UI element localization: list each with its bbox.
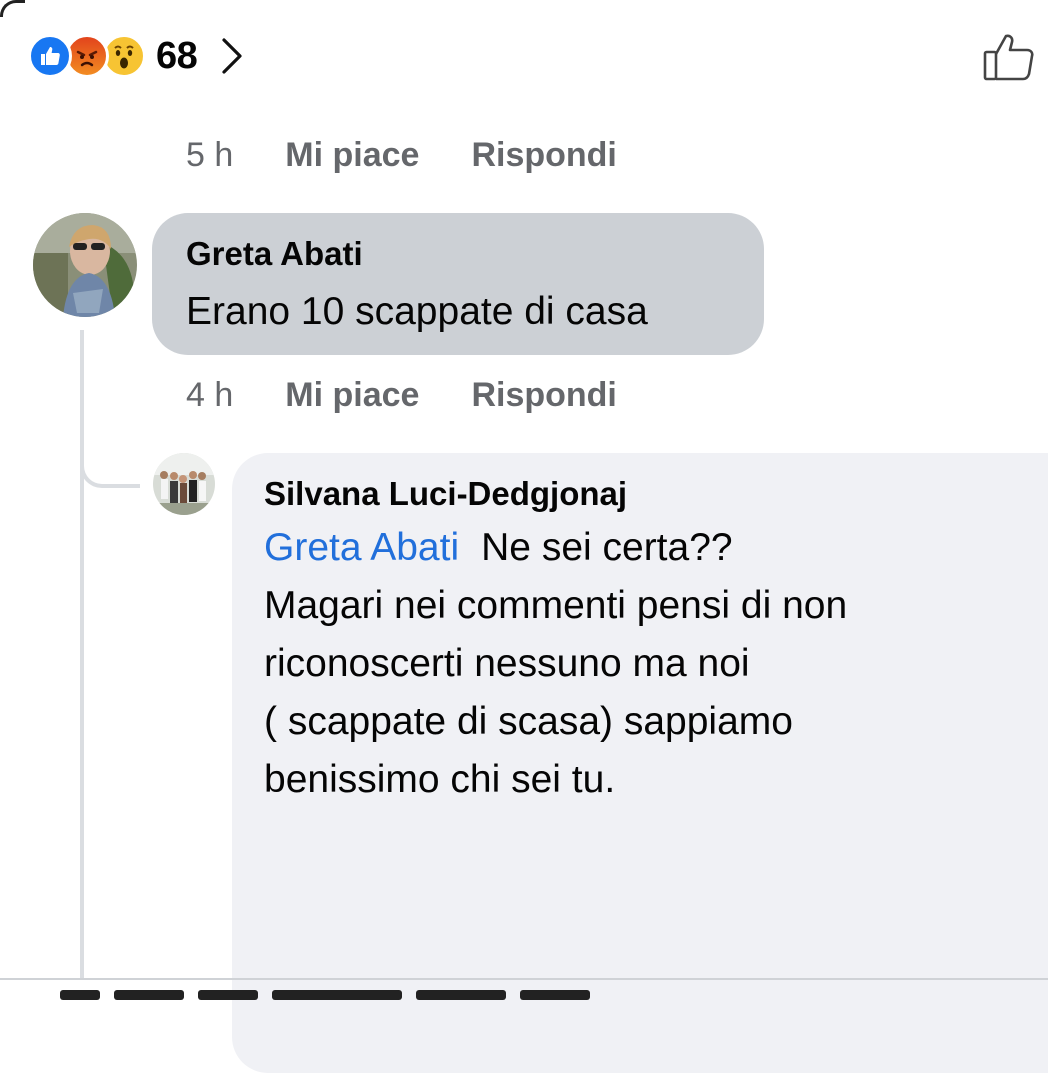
reply-text-first: Ne sei certa??	[481, 526, 733, 569]
comment-text: Erano 10 scappate di casa	[186, 290, 648, 333]
reaction-summary[interactable]: 68	[28, 34, 249, 78]
cut-off-text	[60, 990, 760, 1005]
reply-comment-button[interactable]: Rispondi	[471, 136, 616, 175]
avatar[interactable]	[33, 213, 137, 317]
reply-text-line: riconoscerti nessuno ma noi	[264, 642, 750, 685]
comment-bubble[interactable]: Greta Abati Erano 10 scappate di casa	[152, 213, 764, 355]
reply-comment-button[interactable]: Rispondi	[471, 376, 616, 415]
comment-time: 5 h	[186, 136, 234, 174]
comment-actions: 5 h Mi piace Rispondi	[186, 136, 617, 175]
thumbs-up-icon[interactable]	[982, 30, 1036, 84]
chevron-right-icon[interactable]	[219, 34, 249, 78]
like-comment-button[interactable]: Mi piace	[285, 136, 419, 175]
reply-text-line: ( scappate di scasa) sappiamo	[264, 700, 793, 743]
reply-text-line: Magari nei commenti pensi di non	[264, 584, 848, 627]
reply-author[interactable]: Silvana Luci-Dedgjonaj	[264, 475, 1048, 513]
reply-text-line: benissimo chi sei tu.	[264, 758, 616, 801]
avatar[interactable]	[153, 453, 215, 515]
comment-actions: 4 h Mi piace Rispondi	[186, 376, 617, 415]
comment-time: 4 h	[186, 376, 234, 414]
like-reaction-icon	[28, 34, 72, 78]
like-comment-button[interactable]: Mi piace	[285, 376, 419, 415]
reply-text: Greta Abati Ne sei certa?? Magari nei com…	[264, 519, 1048, 809]
comment-author[interactable]: Greta Abati	[186, 235, 730, 273]
window-corner	[0, 0, 25, 17]
thread-connector	[80, 330, 140, 488]
reaction-count: 68	[156, 34, 198, 77]
mention-link[interactable]: Greta Abati	[264, 526, 459, 569]
divider	[0, 978, 1048, 980]
reply-bubble[interactable]: Silvana Luci-Dedgjonaj Greta Abati Ne sei…	[232, 453, 1048, 1073]
